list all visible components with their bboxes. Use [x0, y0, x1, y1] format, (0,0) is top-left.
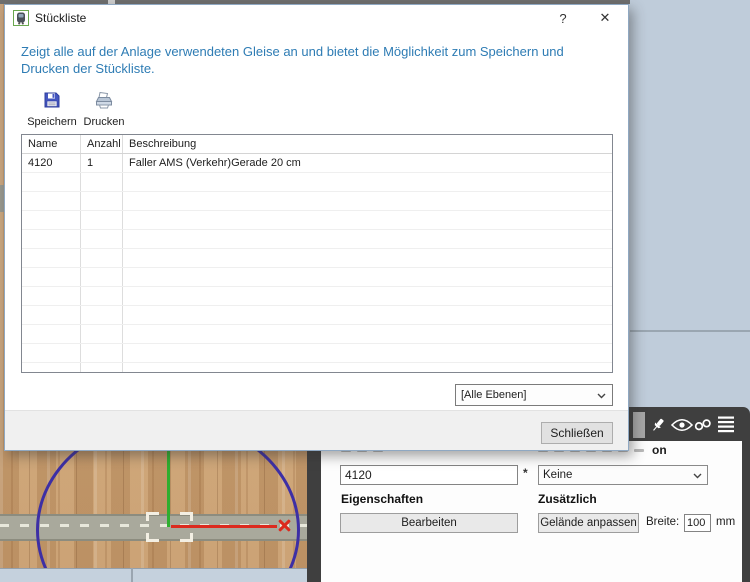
table-empty-row: [22, 325, 612, 344]
print-button[interactable]: Drucken: [79, 91, 129, 128]
chevron-down-icon: [597, 393, 606, 399]
scrollbar-nub[interactable]: [633, 412, 645, 438]
table-empty-row-cell: [81, 268, 123, 286]
table-header-row: Name Anzahl Beschreibung: [22, 135, 612, 154]
table-empty-row-cell: [81, 344, 123, 362]
red-x-marker[interactable]: [277, 518, 292, 533]
table-empty-row-cell: [123, 173, 612, 191]
table-empty-row-cell: [123, 287, 612, 305]
save-button[interactable]: Speichern: [27, 91, 77, 128]
dialog-footer: [5, 410, 628, 450]
table-empty-row-cell: [123, 306, 612, 324]
table-empty-row: [22, 230, 612, 249]
layer-filter-dropdown[interactable]: [Alle Ebenen]: [455, 384, 613, 406]
board-seam-line: [131, 568, 133, 582]
app-window: on * Keine Eigenschaften Zusätzlich Bear…: [0, 0, 750, 582]
width-input[interactable]: [684, 514, 711, 532]
table-empty-row-cell: [81, 325, 123, 343]
table-empty-row-cell: [22, 287, 81, 305]
table-empty-row: [22, 306, 612, 325]
selection-brackets: [146, 512, 193, 542]
table-empty-row-cell: [22, 363, 81, 372]
table-empty-row-cell: [22, 230, 81, 248]
dialog-titlebar[interactable]: Stückliste ? ✕: [5, 5, 628, 32]
close-icon[interactable]: ✕: [594, 8, 616, 28]
save-label: Speichern: [27, 116, 77, 128]
table-empty-row: [22, 173, 612, 192]
board-edge-strip: [0, 568, 307, 582]
table-empty-row: [22, 211, 612, 230]
table-empty-row-cell: [123, 249, 612, 267]
table-header-row-cell: Name: [22, 135, 81, 153]
table-empty-row-cell: [22, 173, 81, 191]
table-empty-row-cell: [22, 306, 81, 324]
table-empty-row-cell: [81, 230, 123, 248]
train-app-icon: [13, 10, 29, 26]
table-empty-row-cell: [123, 363, 612, 372]
eye-icon[interactable]: [671, 418, 693, 438]
modification-value: Keine: [543, 469, 573, 481]
table-empty-row: [22, 249, 612, 268]
table-empty-row-cell: [123, 268, 612, 286]
table-row-cell: 1: [81, 154, 123, 172]
help-button[interactable]: ?: [552, 8, 574, 28]
viewport-horizon-line: [630, 330, 750, 332]
save-icon: [43, 92, 61, 113]
table-empty-row-cell: [81, 211, 123, 229]
menu-icon[interactable]: [716, 414, 736, 434]
table-empty-row: [22, 287, 612, 306]
table-empty-row: [22, 363, 612, 372]
table-empty-row-cell: [81, 249, 123, 267]
properties-heading: Eigenschaften: [341, 492, 424, 506]
print-label: Drucken: [83, 116, 125, 128]
required-marker: *: [523, 466, 528, 480]
table-empty-row-cell: [123, 211, 612, 229]
table-empty-row-cell: [123, 192, 612, 210]
width-unit: mm: [716, 516, 736, 528]
table-empty-row-cell: [81, 306, 123, 324]
print-icon: [94, 91, 114, 113]
table-empty-row-cell: [123, 344, 612, 362]
panel-body: [321, 441, 742, 582]
table-empty-row-cell: [81, 173, 123, 191]
table-empty-row: [22, 192, 612, 211]
table-empty-row-cell: [123, 325, 612, 343]
chevron-down-icon: [693, 473, 702, 479]
table-empty-row-cell: [22, 249, 81, 267]
schliessen-button[interactable]: Schließen: [541, 422, 613, 444]
table-empty-row-cell: [22, 268, 81, 286]
table-empty-row-cell: [22, 344, 81, 362]
table-empty-row: [22, 268, 612, 287]
table-empty-row-cell: [81, 363, 123, 372]
table-header-row-cell: Beschreibung: [129, 138, 197, 150]
table-row-cell: Faller AMS (Verkehr)Gerade 20 cm: [129, 157, 301, 169]
table-row[interactable]: 4120 1 Faller AMS (Verkehr)Gerade 20 cm: [22, 154, 612, 173]
table-empty-row-cell: [22, 192, 81, 210]
name-input[interactable]: [340, 465, 518, 485]
additional-heading: Zusätzlich: [538, 492, 597, 506]
table-empty-row-cell: [81, 287, 123, 305]
terrain-adjust-button[interactable]: Gelände anpassen: [538, 513, 639, 533]
covered-label-fragment: on: [652, 443, 667, 457]
layer-filter-value: [Alle Ebenen]: [461, 389, 527, 401]
table-row-cell: 4120: [22, 154, 81, 172]
link-icon[interactable]: [693, 418, 713, 438]
modification-dropdown[interactable]: Keine: [538, 465, 708, 485]
stueckliste-dialog: Stückliste ? ✕ Zeigt alle auf der Anlage…: [4, 4, 629, 451]
table-empty-row-cell: [81, 192, 123, 210]
edit-button[interactable]: Bearbeiten: [340, 513, 518, 533]
table-header-row-cell: Anzahl: [81, 135, 123, 153]
table-empty-row-cell: [22, 325, 81, 343]
dialog-description: Zeigt alle auf der Anlage verwendeten Gl…: [21, 44, 564, 76]
dialog-title: Stückliste: [35, 11, 87, 25]
width-label: Breite:: [646, 516, 680, 528]
table-empty-row-cell: [123, 230, 612, 248]
table-empty-row: [22, 344, 612, 363]
parts-table[interactable]: Name Anzahl Beschreibung 4120 1 Faller AMS (V…: [21, 134, 613, 373]
table-empty-row-cell: [22, 211, 81, 229]
pin-icon[interactable]: [648, 415, 668, 435]
